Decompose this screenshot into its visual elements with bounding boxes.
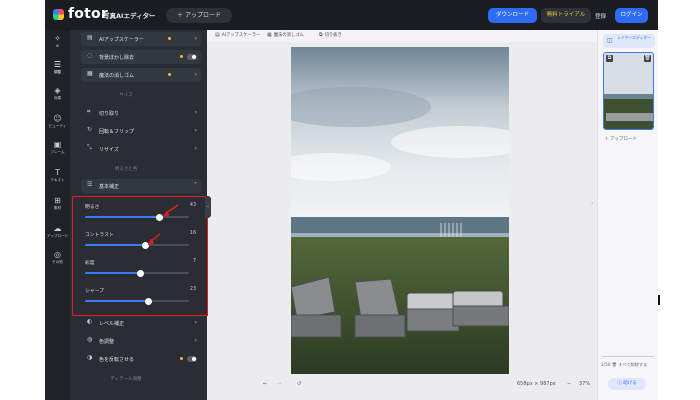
toolbar-upscale[interactable]: ▤ AIアップスケーラー	[215, 32, 260, 38]
redo-icon[interactable]: →	[277, 381, 281, 387]
beach-photo	[291, 47, 509, 374]
invert-icon: ◑	[87, 354, 93, 361]
section-size: サイズ	[119, 93, 133, 98]
thumbnail-upload[interactable]: ＋ アップロード	[604, 136, 637, 142]
chevron-right-icon[interactable]: ›	[591, 200, 593, 207]
fotor-logo-icon	[53, 9, 64, 20]
blur-toggle[interactable]	[187, 54, 197, 60]
history-icon[interactable]: ↺	[297, 381, 301, 387]
fotor-editor: fotor 写真AIエディター ⌄ ＋ アップロード ダウンロード 無料トライア…	[45, 0, 658, 400]
layer-count-row: 1/50 🗑 すべて削除する	[601, 362, 648, 367]
cloud-upload-icon: ☁	[53, 224, 62, 233]
layers-icon: ◫	[607, 37, 613, 44]
chevron-right-icon: ›	[194, 35, 197, 42]
delete-all-link[interactable]: すべて削除する	[618, 362, 647, 367]
chevron-right-icon: ›	[194, 109, 197, 116]
adjust-sliders-icon: ☰	[87, 181, 93, 188]
more-icon: ◎	[54, 250, 61, 259]
section-brightness-color: 明るさと色	[114, 167, 138, 172]
crop-icon: ⌗	[87, 108, 91, 115]
thumbnail-photo	[604, 53, 653, 129]
rail-item-beauty[interactable]: ☺ ビューティ	[45, 114, 70, 129]
highlight-box	[72, 196, 208, 316]
help-button[interactable]: ⓘ 助ける	[608, 378, 646, 390]
image-size-label: 658px × 987px	[517, 381, 556, 387]
chevron-down-icon[interactable]: ⌄	[147, 10, 152, 17]
zoom-out-icon[interactable]: −	[567, 381, 571, 387]
chevron-right-icon: ›	[194, 127, 197, 134]
beauty-icon: ☺	[53, 114, 62, 123]
cutout-icon: ⧉	[319, 32, 323, 38]
upload-button[interactable]: ＋ アップロード	[166, 8, 232, 23]
frame-icon: ▣	[53, 140, 62, 149]
tool-color-adjust[interactable]: ◍ 色調整 ›	[81, 334, 201, 348]
upscale-icon: ▤	[215, 32, 220, 38]
chevron-right-icon: ›	[194, 71, 197, 78]
elements-icon: ⊞	[54, 196, 61, 205]
eraser-icon: ▦	[87, 70, 93, 77]
drop-icon: ◐	[87, 318, 93, 325]
premium-dot	[168, 37, 171, 40]
canvas-toolbar: ▤ AIアップスケーラー ▦ 魔法の消しゴム ⧉ 切り抜き	[207, 30, 597, 42]
canvas-image[interactable]	[291, 47, 509, 374]
rail-item-frame[interactable]: ▣ フレーム	[45, 140, 70, 155]
undo-icon[interactable]: ←	[263, 381, 267, 387]
duplicate-icon[interactable]: ⧉	[606, 55, 613, 62]
tool-resize[interactable]: ⤡ リサイズ ›	[81, 142, 201, 156]
basic-adjust-header[interactable]: ☰ 基本補正 ˄	[81, 179, 201, 193]
tool-magic-eraser[interactable]: ▦ 魔法の消しゴム ›	[81, 68, 201, 82]
trash-icon[interactable]: 🗑	[644, 55, 651, 62]
login-button[interactable]: ログイン	[615, 8, 648, 23]
blur-icon: ◌	[87, 52, 93, 59]
layer-thumbnail[interactable]: ⧉ 🗑	[603, 52, 654, 130]
chevron-right-icon: ›	[194, 319, 197, 326]
eraser-icon: ▦	[267, 32, 272, 38]
resize-icon: ⤡	[87, 144, 92, 151]
tool-rotate-flip[interactable]: ↻ 回転＆フリップ ›	[81, 124, 201, 138]
premium-dot	[180, 357, 183, 360]
register-link[interactable]: 登録	[595, 12, 606, 20]
rail-item-ai[interactable]: ✧ AI	[45, 34, 70, 48]
collapse-panel-tab[interactable]: ‹	[205, 196, 211, 218]
toolbar-eraser[interactable]: ▦ 魔法の消しゴム	[267, 32, 304, 38]
text-icon: T	[55, 168, 60, 177]
chevron-up-icon: ˄	[194, 182, 197, 189]
tool-blur-remove[interactable]: ◌ 背景ぼかし除去	[81, 50, 201, 64]
trash-icon[interactable]: 🗑	[612, 362, 617, 367]
adjust-sliders-icon: ☰	[53, 60, 62, 69]
invert-toggle[interactable]	[187, 356, 197, 362]
tool-invert-color[interactable]: ◑ 色を反転させる	[81, 352, 201, 366]
color-drop-icon: ◍	[87, 336, 93, 343]
rail-item-text[interactable]: T テキスト	[45, 168, 70, 183]
premium-dot	[180, 55, 183, 58]
top-bar: fotor 写真AIエディター ⌄ ＋ アップロード ダウンロード 無料トライア…	[45, 0, 658, 30]
screenshot-edge-mark	[658, 295, 660, 305]
rail-item-more[interactable]: ◎ その他	[45, 250, 70, 265]
rail-item-upload[interactable]: ☁ アップロード	[45, 224, 70, 239]
zoom-level[interactable]: 37%	[579, 381, 590, 387]
tool-rail: ✧ AI ☰ 調整 ◈ 効果 ☺ ビューティ ▣ フレーム T テキスト ⊞ 素…	[45, 30, 70, 400]
toolbar-cutout[interactable]: ⧉ 切り抜き	[319, 32, 342, 38]
premium-dot	[168, 73, 171, 76]
canvas-bottom-bar: ← → ↺ 658px × 987px − 37% + ◧	[207, 378, 615, 392]
rail-item-adjust[interactable]: ☰ 調整	[45, 60, 70, 75]
rail-item-effects[interactable]: ◈ 効果	[45, 86, 70, 101]
layers-panel: ◫ レイヤーエディター ⧉ 🗑 ＋ アップロード 1/50 🗑 すべて削除する …	[597, 30, 658, 400]
upscale-icon: ▤	[87, 34, 93, 41]
free-trial-button[interactable]: 無料トライアル	[541, 8, 591, 23]
rotate-icon: ↻	[87, 126, 93, 133]
tool-crop[interactable]: ⌗ 切り取り ›	[81, 106, 201, 120]
ai-sparkle-icon: ✧	[54, 34, 61, 43]
chevron-right-icon: ›	[194, 337, 197, 344]
divider	[602, 356, 654, 357]
section-detail: ディテール調整	[110, 377, 142, 382]
effects-icon: ◈	[54, 86, 61, 95]
rail-item-elements[interactable]: ⊞ 素材	[45, 196, 70, 211]
layer-editor-button[interactable]: ◫ レイヤーエディター	[603, 34, 655, 48]
chevron-right-icon: ›	[194, 145, 197, 152]
tool-ai-upscaler[interactable]: ▤ AIアップスケーラー ›	[81, 32, 201, 46]
tool-levels[interactable]: ◐ レベル補正 ›	[81, 316, 201, 330]
download-button[interactable]: ダウンロード	[488, 8, 537, 23]
brand-name: fotor	[68, 6, 108, 22]
